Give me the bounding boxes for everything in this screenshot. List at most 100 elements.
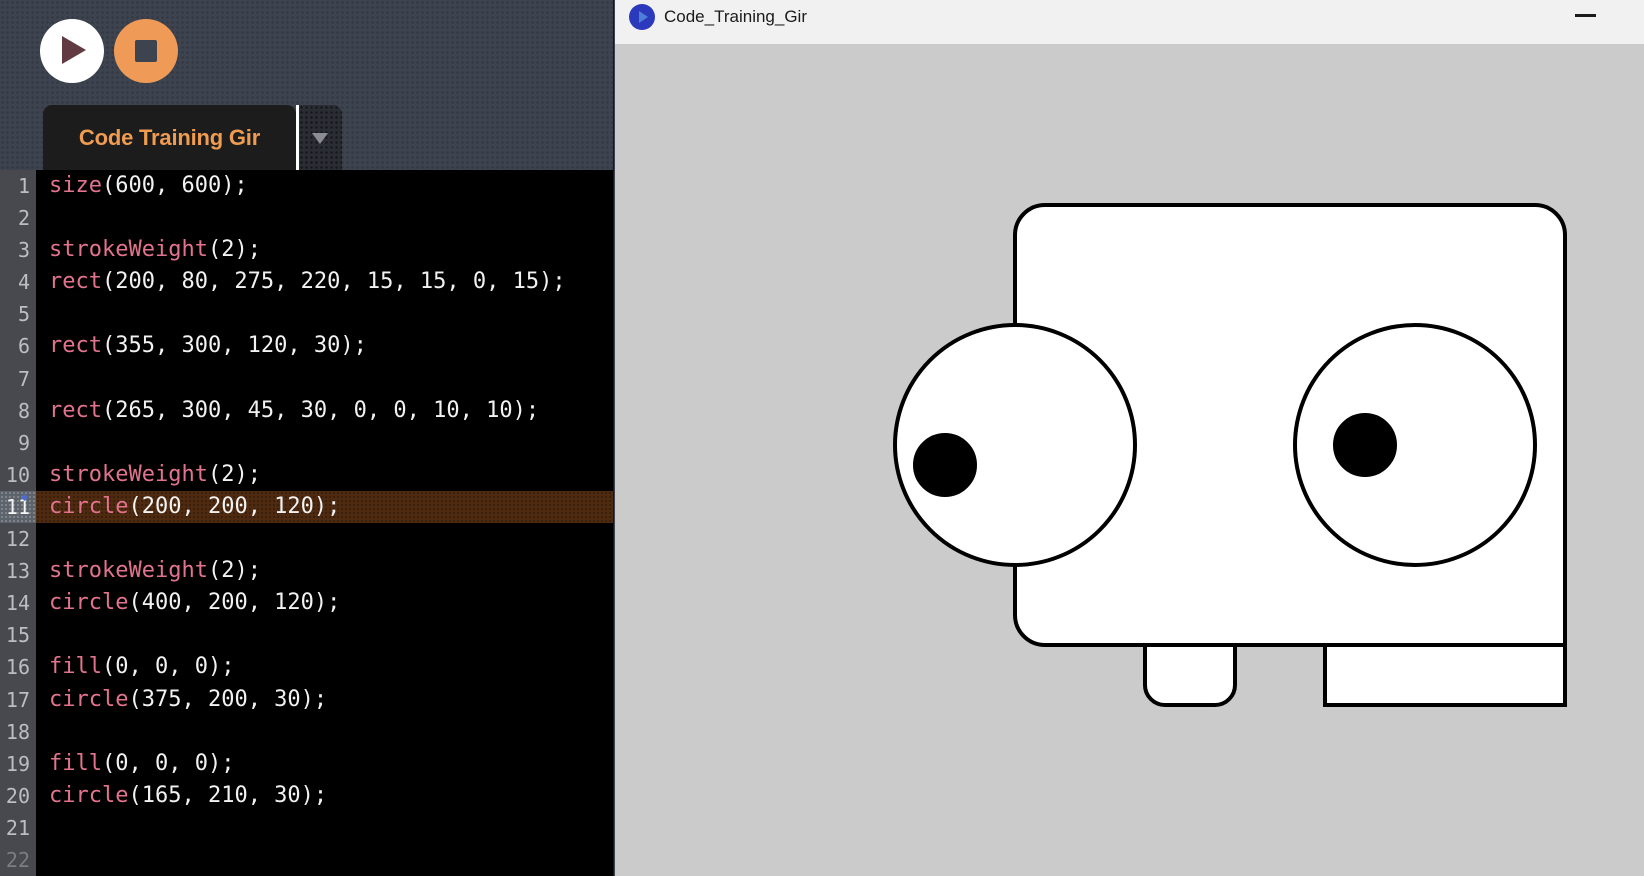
- function-name: strokeWeight: [49, 237, 208, 262]
- line-number: 21: [0, 812, 36, 844]
- line-number: 16: [0, 651, 36, 683]
- sketch-window-titlebar[interactable]: Code_Training_Gir: [615, 0, 1644, 44]
- code-line-1[interactable]: 1size(600, 600);: [0, 170, 613, 202]
- function-args: (0, 0, 0);: [102, 654, 234, 679]
- line-number: 10: [0, 459, 36, 491]
- line-number: 22: [0, 844, 36, 876]
- function-args: (165, 210, 30);: [128, 783, 327, 808]
- code-text: [36, 202, 49, 234]
- code-line-15[interactable]: 15: [0, 619, 613, 651]
- line-number: 4: [0, 266, 36, 298]
- sketch-shape-right-foot: [1325, 645, 1565, 705]
- sketch-window: Code_Training_Gir: [615, 0, 1644, 876]
- code-line-16[interactable]: 16fill(0, 0, 0);: [0, 651, 613, 683]
- sketch-canvas-svg: [615, 45, 1644, 876]
- sketch-tab[interactable]: Code Training Gir: [43, 105, 296, 170]
- function-args: (400, 200, 120);: [128, 590, 340, 615]
- code-line-10[interactable]: 10strokeWeight(2);: [0, 459, 613, 491]
- line-number: 3: [0, 234, 36, 266]
- code-line-13[interactable]: 13strokeWeight(2);: [0, 555, 613, 587]
- code-text: circle(400, 200, 120);: [36, 587, 340, 619]
- code-text: strokeWeight(2);: [36, 234, 261, 266]
- code-line-6[interactable]: 6rect(355, 300, 120, 30);: [0, 330, 613, 362]
- code-editor[interactable]: 1size(600, 600);23strokeWeight(2);4rect(…: [0, 170, 613, 876]
- play-triangle-icon: [639, 11, 648, 23]
- function-name: fill: [49, 751, 102, 776]
- sketch-shape-right-eye: [1295, 325, 1535, 565]
- function-name: circle: [49, 590, 128, 615]
- line-number: 5: [0, 298, 36, 330]
- function-name: circle: [49, 494, 128, 519]
- code-text: size(600, 600);: [36, 170, 248, 202]
- code-text: rect(265, 300, 45, 30, 0, 0, 10, 10);: [36, 395, 539, 427]
- code-line-11[interactable]: 11circle(200, 200, 120);: [0, 491, 613, 523]
- code-text: circle(165, 210, 30);: [36, 780, 327, 812]
- code-line-18[interactable]: 18: [0, 716, 613, 748]
- sketch-window-title: Code_Training_Gir: [664, 0, 807, 34]
- code-text: strokeWeight(2);: [36, 555, 261, 587]
- code-line-22[interactable]: 22: [0, 844, 613, 876]
- screen: Code Training Gir 1size(600, 600);23stro…: [0, 0, 1644, 876]
- function-name: strokeWeight: [49, 462, 208, 487]
- code-line-3[interactable]: 3strokeWeight(2);: [0, 234, 613, 266]
- line-number: 15: [0, 619, 36, 651]
- sketch-shape-left-pupil: [915, 435, 975, 495]
- code-text: fill(0, 0, 0);: [36, 651, 234, 683]
- function-args: (2);: [208, 237, 261, 262]
- line-number: 18: [0, 716, 36, 748]
- code-line-21[interactable]: 21: [0, 812, 613, 844]
- line-number: 9: [0, 427, 36, 459]
- code-line-7[interactable]: 7: [0, 363, 613, 395]
- line-number: 20: [0, 780, 36, 812]
- function-args: (200, 200, 120);: [128, 494, 340, 519]
- line-number: 11: [0, 491, 36, 523]
- line-number: 2: [0, 202, 36, 234]
- code-text: [36, 427, 49, 459]
- code-line-9[interactable]: 9: [0, 427, 613, 459]
- ide-pane: Code Training Gir 1size(600, 600);23stro…: [0, 0, 614, 876]
- function-args: (2);: [208, 462, 261, 487]
- stop-square-icon: [135, 40, 157, 62]
- function-args: (2);: [208, 558, 261, 583]
- code-text: [36, 619, 49, 651]
- line-number: 1: [0, 170, 36, 202]
- code-line-4[interactable]: 4rect(200, 80, 275, 220, 15, 15, 0, 15);: [0, 266, 613, 298]
- sketch-canvas[interactable]: [615, 44, 1644, 876]
- code-text: strokeWeight(2);: [36, 459, 261, 491]
- code-line-12[interactable]: 12: [0, 523, 613, 555]
- code-line-2[interactable]: 2: [0, 202, 613, 234]
- play-triangle-icon: [62, 36, 86, 64]
- code-text: [36, 523, 49, 555]
- function-name: rect: [49, 269, 102, 294]
- minimize-button[interactable]: [1560, 0, 1606, 34]
- code-text: fill(0, 0, 0);: [36, 748, 234, 780]
- tab-menu-button[interactable]: [299, 105, 342, 170]
- sketch-tab-label: Code Training Gir: [79, 125, 260, 151]
- line-number: 17: [0, 684, 36, 716]
- current-line-marker: [21, 494, 28, 501]
- function-args: (265, 300, 45, 30, 0, 0, 10, 10);: [102, 398, 539, 423]
- code-text: rect(355, 300, 120, 30);: [36, 330, 367, 362]
- code-line-5[interactable]: 5: [0, 298, 613, 330]
- code-text: [36, 716, 49, 748]
- code-line-14[interactable]: 14circle(400, 200, 120);: [0, 587, 613, 619]
- code-text: [36, 363, 49, 395]
- code-line-19[interactable]: 19fill(0, 0, 0);: [0, 748, 613, 780]
- sketch-shape-left-foot: [1145, 645, 1235, 705]
- code-line-20[interactable]: 20circle(165, 210, 30);: [0, 780, 613, 812]
- code-line-17[interactable]: 17circle(375, 200, 30);: [0, 684, 613, 716]
- code-text: circle(200, 200, 120);: [36, 491, 340, 523]
- function-args: (0, 0, 0);: [102, 751, 234, 776]
- line-number: 7: [0, 363, 36, 395]
- play-circle-icon[interactable]: [629, 4, 655, 30]
- chevron-down-icon: [312, 133, 328, 144]
- code-text: rect(200, 80, 275, 220, 15, 15, 0, 15);: [36, 266, 566, 298]
- code-text: [36, 812, 49, 844]
- code-line-8[interactable]: 8rect(265, 300, 45, 30, 0, 0, 10, 10);: [0, 395, 613, 427]
- run-button[interactable]: [40, 19, 104, 83]
- stop-button[interactable]: [114, 19, 178, 83]
- function-name: circle: [49, 687, 128, 712]
- code-text: circle(375, 200, 30);: [36, 684, 327, 716]
- code-text: [36, 298, 49, 330]
- sketch-shape-right-pupil: [1335, 415, 1395, 475]
